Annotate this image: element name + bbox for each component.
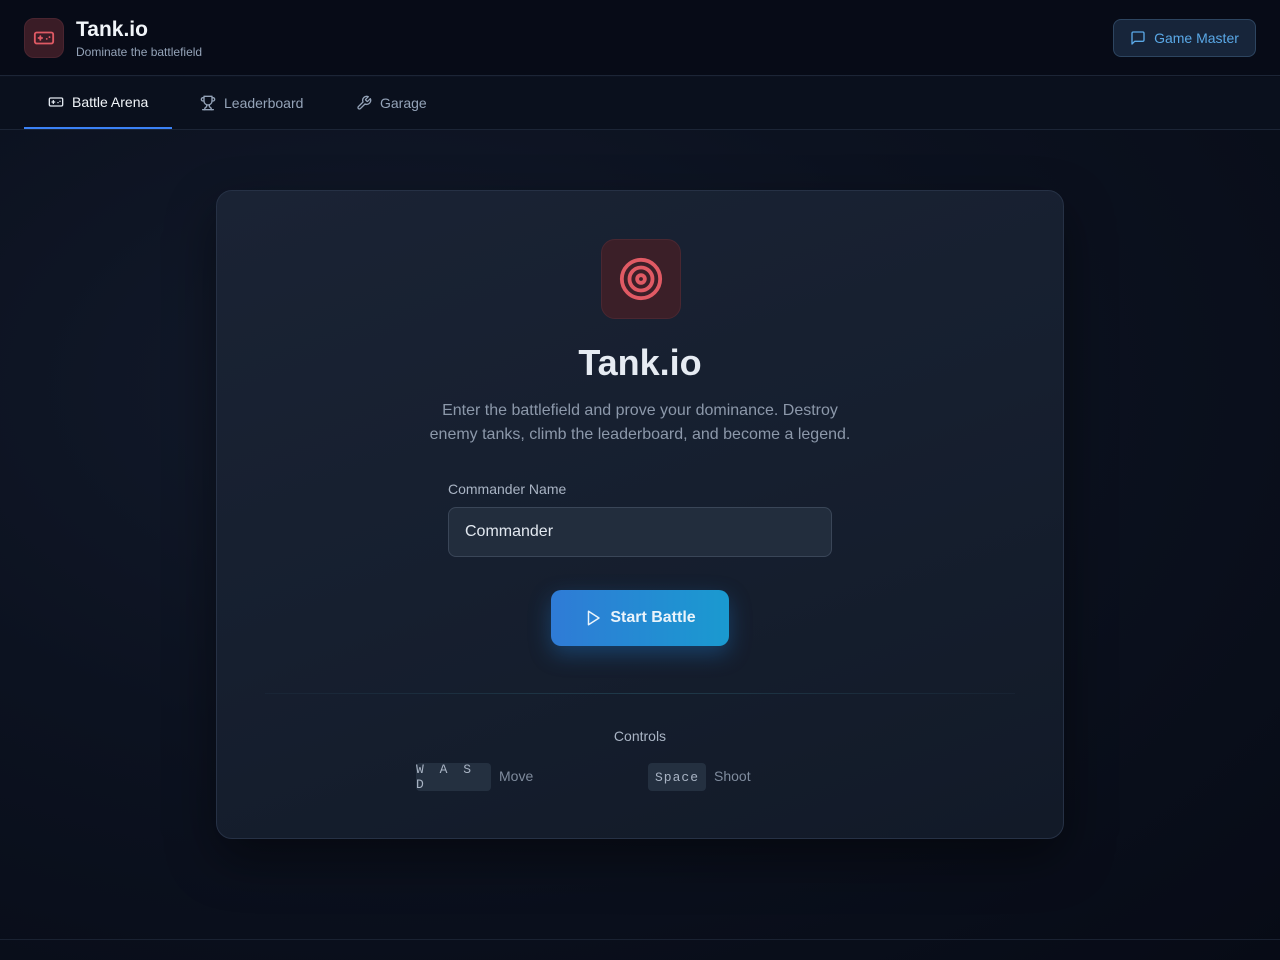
game-master-label: Game Master bbox=[1154, 30, 1239, 46]
app-header: Tank.io Dominate the battlefield Game Ma… bbox=[0, 0, 1280, 76]
divider bbox=[265, 693, 1015, 694]
footer-divider bbox=[0, 939, 1280, 940]
tab-label: Garage bbox=[380, 95, 427, 111]
tab-garage[interactable]: Garage bbox=[356, 77, 427, 129]
tab-bar: Battle Arena Leaderboard Garage bbox=[0, 77, 1280, 130]
gamepad-icon bbox=[48, 97, 64, 107]
game-description: Enter the battlefield and prove your dom… bbox=[429, 402, 851, 443]
tab-label: Battle Arena bbox=[72, 94, 149, 110]
tab-battle-arena[interactable]: Battle Arena bbox=[24, 77, 172, 129]
app-title: Tank.io bbox=[76, 18, 148, 41]
control-action-shoot: Shoot bbox=[714, 768, 751, 784]
hero-icon-box bbox=[601, 239, 681, 319]
message-square-icon bbox=[1131, 31, 1145, 45]
battle-arena-card: Tank.io Enter the battlefield and prove … bbox=[216, 190, 1064, 839]
keycap-wasd: W A S D bbox=[416, 762, 491, 792]
app-logo bbox=[24, 18, 64, 58]
trophy-icon bbox=[200, 95, 216, 111]
target-icon bbox=[619, 257, 663, 301]
start-battle-button[interactable]: Start Battle bbox=[551, 590, 729, 646]
play-icon bbox=[588, 610, 601, 626]
app-subtitle: Dominate the battlefield bbox=[76, 45, 203, 59]
controls-title: Controls bbox=[613, 728, 667, 744]
control-action-move: Move bbox=[499, 768, 534, 784]
keycap-space: Space bbox=[648, 763, 706, 791]
tab-leaderboard[interactable]: Leaderboard bbox=[200, 77, 303, 129]
game-master-button[interactable]: Game Master bbox=[1113, 19, 1256, 57]
start-battle-label: Start Battle bbox=[610, 609, 696, 626]
tab-label: Leaderboard bbox=[224, 95, 304, 111]
wrench-icon bbox=[357, 95, 372, 110]
game-title: Tank.io bbox=[578, 342, 702, 383]
gamepad-icon bbox=[33, 31, 55, 45]
commander-name-label: Commander Name bbox=[448, 481, 567, 497]
commander-name-input[interactable] bbox=[448, 507, 832, 557]
